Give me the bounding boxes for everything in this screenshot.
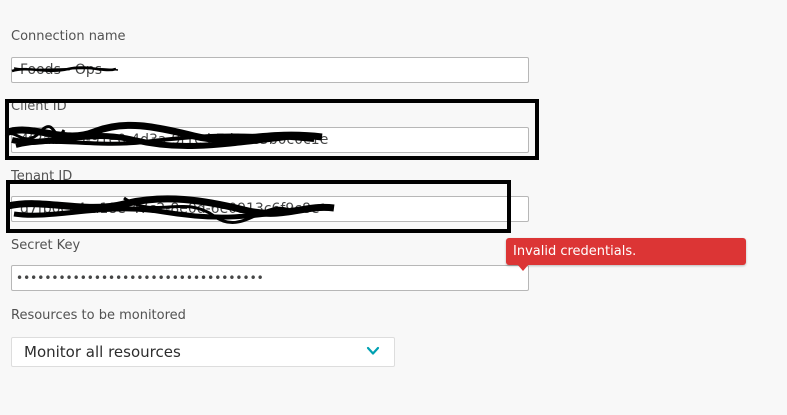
secret-key-input[interactable]: ••••••••••••••••••••••••••••••••••• bbox=[11, 265, 529, 291]
error-tooltip-tail bbox=[517, 264, 529, 271]
error-tooltip: Invalid credentials. bbox=[506, 238, 746, 265]
resources-selected-value: Monitor all resources bbox=[24, 343, 181, 361]
tenant-id-label: Tenant ID bbox=[11, 169, 73, 184]
secret-key-label: Secret Key bbox=[11, 238, 81, 253]
chevron-down-icon bbox=[366, 346, 380, 355]
connection-name-input[interactable]: Foods - Ops bbox=[11, 57, 529, 83]
client-id-input[interactable]: 4f2ab8c9-91e0-4d3a-9f1c-b7d3ee5b0c0c1e bbox=[11, 127, 529, 153]
connection-name-label: Connection name bbox=[11, 29, 126, 44]
resources-select[interactable]: Monitor all resources bbox=[11, 337, 395, 367]
tenant-id-input[interactable]: d7fb0ec4-a18e-47c2-8e0d-6e0913c6f9c8e bbox=[11, 196, 529, 222]
resources-label: Resources to be monitored bbox=[11, 308, 186, 323]
client-id-label: Client ID bbox=[11, 99, 67, 114]
